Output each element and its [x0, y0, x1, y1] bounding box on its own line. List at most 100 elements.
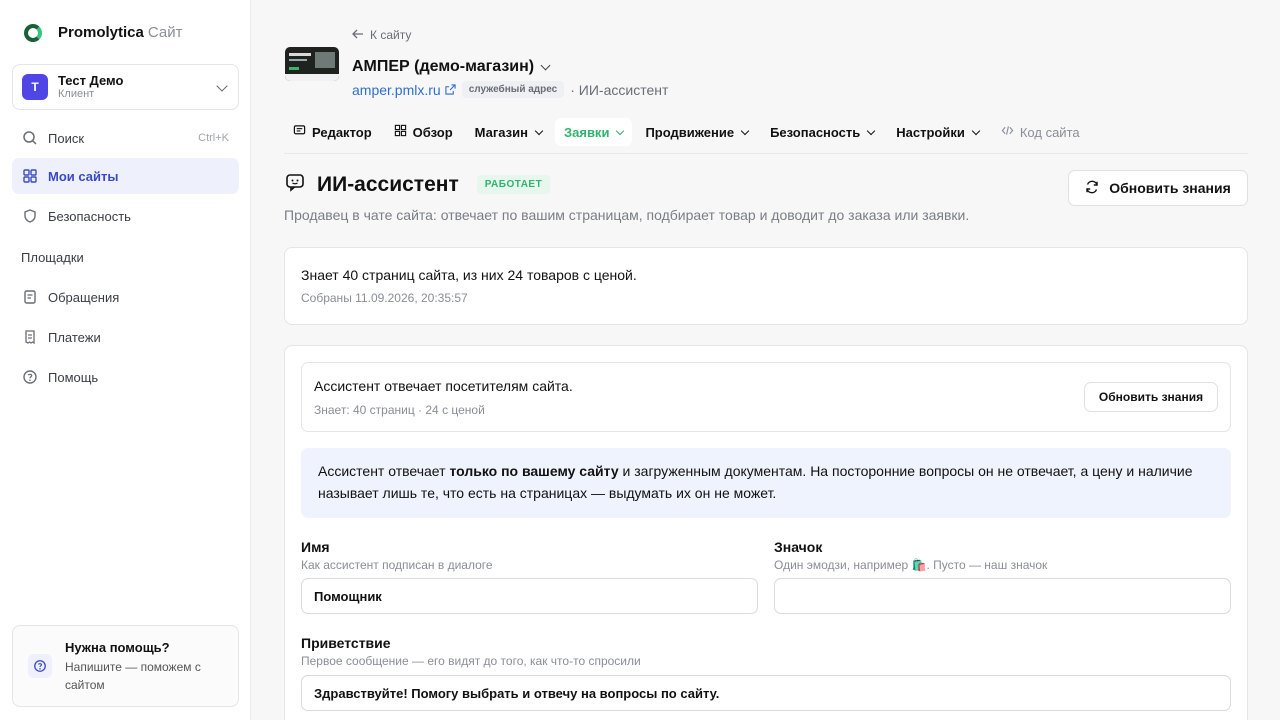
tab-shop[interactable]: Магазин — [466, 118, 551, 146]
refresh-icon — [1085, 180, 1099, 197]
breadcrumb: · ИИ-ассистент — [570, 81, 669, 98]
refresh-knowledge-button[interactable]: Обновить знания — [1068, 170, 1248, 206]
chevron-down-icon — [971, 126, 981, 135]
info-notice: Ассистент отвечает только по вашему сайт… — [301, 448, 1231, 518]
tab-security[interactable]: Безопасность — [761, 118, 883, 146]
greeting-field-hint: Первое сообщение — его видят до того, ка… — [301, 654, 641, 668]
sidebar-item-label: Помощь — [48, 369, 99, 385]
help-icon — [28, 654, 52, 678]
assistant-chat-icon — [285, 172, 305, 197]
search-icon — [22, 130, 38, 146]
sidebar-item-label: Поиск — [48, 130, 85, 146]
tab-promotion[interactable]: Продвижение — [636, 118, 757, 146]
badge-field-hint: Один эмодзи, например 🛍️. Пусто — наш зн… — [774, 558, 1048, 572]
refresh-knowledge-label: Обновить знания — [1109, 180, 1231, 196]
brand-name: Promolytica — [58, 24, 144, 41]
site-thumbnail[interactable] — [285, 47, 339, 81]
sidebar-item-payments[interactable]: Платежи — [12, 319, 239, 355]
tab-label: Настройки — [896, 124, 965, 140]
site-title: АМПЕР (демо-магазин) — [352, 58, 535, 75]
sidebar-item-label: Мои сайты — [48, 168, 119, 184]
grid-icon — [394, 124, 407, 140]
site-url-link[interactable]: amper.pmlx.ru — [352, 82, 456, 98]
receipt-icon — [22, 329, 38, 345]
sidebar-item-label: Безопасность — [48, 208, 131, 224]
status-badge: РАБОТАЕТ — [476, 175, 551, 194]
tabs-divider — [284, 153, 1248, 154]
sidebar-item-label: Платежи — [48, 329, 101, 345]
info-text-pre: Ассистент отвечает — [318, 463, 450, 479]
greeting-field[interactable]: Здравствуйте! Помогу выбрать и отвечу на… — [301, 675, 1231, 711]
knowledge-summary-card: Знает 40 страниц сайта, из них 24 товаро… — [284, 247, 1248, 325]
brand-suffix: Сайт — [147, 24, 183, 41]
sidebar-item-security[interactable]: Безопасность — [12, 198, 239, 234]
help-text: Напишите — поможем с сайтом — [65, 660, 201, 692]
tab-overview[interactable]: Обзор — [385, 118, 462, 146]
assistant-settings-card: Ассистент отвечает посетителям сайта. Зн… — [284, 345, 1248, 720]
knowledge-summary: Знает 40 страниц сайта, из них 24 товаро… — [301, 267, 637, 283]
badge-field[interactable] — [774, 578, 1231, 614]
site-switcher[interactable]: АМПЕР (демо-магазин) — [352, 58, 551, 76]
chevron-down-icon — [534, 126, 544, 135]
assistant-knowledge-count: Знает: 40 страниц · 24 с ценой — [314, 403, 485, 417]
account-role: Клиент — [58, 88, 95, 100]
tab-editor[interactable]: Редактор — [284, 118, 381, 146]
brand-logo-icon — [24, 24, 42, 42]
service-address-tag: служебный адрес — [461, 81, 565, 98]
chat-edit-icon — [293, 124, 306, 140]
grid-icon — [22, 168, 38, 184]
site-url: amper.pmlx.ru — [352, 81, 441, 98]
assistant-status-panel: Ассистент отвечает посетителям сайта. Зн… — [301, 362, 1231, 432]
refresh-knowledge-button-secondary[interactable]: Обновить знания — [1084, 382, 1218, 412]
arrow-left-icon — [352, 28, 364, 42]
help-title: Нужна помощь? — [65, 640, 170, 655]
knowledge-timestamp: Собраны 11.09.2026, 20:35:57 — [301, 291, 468, 305]
tab-label: Код сайта — [1019, 124, 1080, 140]
tab-label: Обзор — [412, 124, 453, 140]
account-name: Тест Демо — [58, 73, 124, 88]
page-header: ИИ-ассистент РАБОТАЕТ — [285, 172, 551, 197]
back-link[interactable]: К сайту — [352, 28, 411, 42]
shield-icon — [22, 208, 38, 224]
tab-settings[interactable]: Настройки — [887, 118, 988, 146]
sidebar-section-platforms[interactable]: Площадки — [21, 250, 84, 265]
name-field-label: Имя — [301, 539, 330, 555]
tab-label: Редактор — [312, 124, 372, 140]
main-content: К сайту АМПЕР (демо-магазин) amper.pmlx.… — [252, 0, 1280, 720]
tab-requests[interactable]: Заявки — [554, 118, 633, 146]
name-field[interactable]: Помощник — [301, 578, 758, 614]
chevron-down-icon — [540, 60, 551, 70]
avatar: T — [22, 74, 48, 100]
badge-field-label: Значок — [774, 539, 823, 555]
site-tabs: Редактор Обзор Магазин Заявки Продвижени… — [284, 118, 1093, 146]
greeting-field-label: Приветствие — [301, 635, 391, 651]
sidebar-item-my-sites[interactable]: Мои сайты — [12, 158, 239, 194]
account-switcher[interactable]: T Тест Демо Клиент — [12, 64, 239, 110]
help-card[interactable]: Нужна помощь? Напишите — поможем с сайто… — [12, 625, 239, 707]
tab-label: Заявки — [563, 124, 610, 140]
document-icon — [22, 289, 38, 305]
info-text-bold: только по вашему сайту — [449, 463, 619, 479]
sidebar-item-search[interactable]: Поиск Ctrl+K — [12, 120, 239, 156]
sidebar-item-requests[interactable]: Обращения — [12, 279, 239, 315]
search-shortcut: Ctrl+K — [198, 132, 229, 144]
tab-label: Продвижение — [645, 124, 735, 140]
tab-label: Магазин — [474, 124, 528, 140]
sidebar-item-help[interactable]: Помощь — [12, 359, 239, 395]
help-icon — [22, 369, 38, 385]
page-description: Продавец в чате сайта: отвечает по вашим… — [284, 207, 970, 223]
brand[interactable]: Promolytica Сайт — [24, 24, 182, 42]
chevron-down-icon — [867, 126, 876, 135]
tab-label: Безопасность — [770, 124, 861, 140]
site-subtitle: amper.pmlx.ru служебный адрес · ИИ-ассис… — [352, 81, 668, 98]
assistant-status-text: Ассистент отвечает посетителям сайта. — [314, 378, 573, 394]
external-link-icon — [445, 82, 456, 98]
page-title: ИИ-ассистент — [317, 172, 459, 196]
chevron-down-icon — [740, 126, 750, 135]
chevron-down-icon — [616, 126, 625, 135]
sidebar: Promolytica Сайт T Тест Демо Клиент Поиск… — [0, 0, 251, 720]
code-icon — [1001, 124, 1014, 140]
chevron-down-icon — [216, 80, 228, 92]
tab-site-code[interactable]: Код сайта — [992, 118, 1089, 146]
back-link-label: К сайту — [370, 28, 412, 42]
